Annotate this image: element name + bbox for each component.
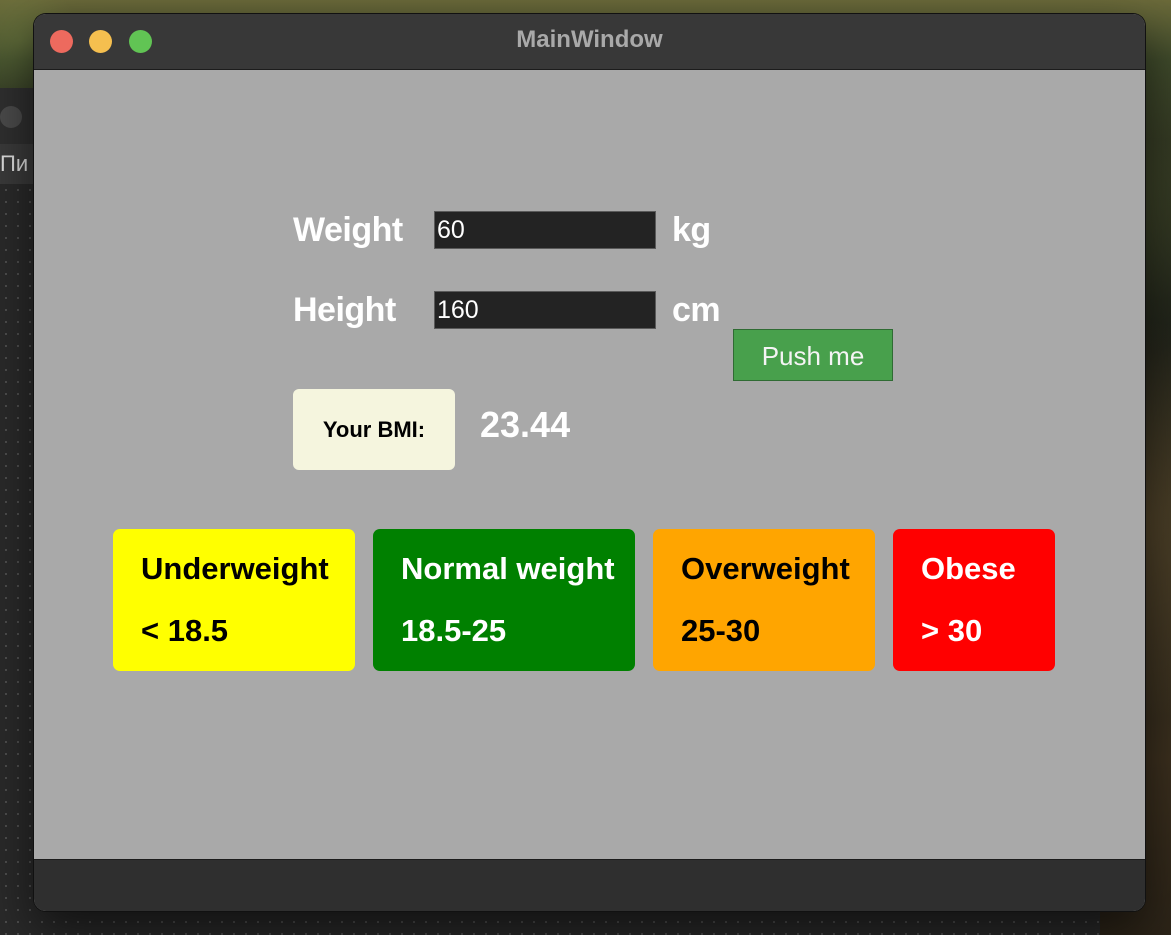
weight-unit-label: kg (672, 211, 711, 249)
category-range: < 18.5 (141, 613, 229, 648)
background-window-close-icon[interactable] (0, 106, 22, 128)
category-overweight: Overweight 25-30 (653, 529, 875, 671)
weight-label: Weight (293, 211, 403, 249)
bmi-value: 23.44 (480, 404, 571, 445)
main-window: MainWindow Weight 60 kg Height 160 cm Pu… (34, 14, 1145, 911)
category-name: Underweight (141, 551, 329, 586)
bmi-label: Your BMI: (293, 389, 455, 470)
height-input[interactable]: 160 (434, 291, 656, 329)
category-name: Overweight (681, 551, 850, 586)
weight-input[interactable]: 60 (434, 211, 656, 249)
height-unit-label: cm (672, 291, 721, 329)
category-range: > 30 (921, 613, 983, 648)
central-widget: Weight 60 kg Height 160 cm Push me Your … (34, 70, 1145, 859)
category-name: Obese (921, 551, 1016, 586)
window-title: MainWindow (516, 26, 663, 53)
category-range: 18.5-25 (401, 613, 507, 648)
category-normal-weight: Normal weight 18.5-25 (373, 529, 635, 671)
category-obese: Obese > 30 (893, 529, 1055, 671)
titlebar: MainWindow (34, 14, 1145, 70)
category-underweight: Underweight < 18.5 (113, 529, 355, 671)
height-label: Height (293, 291, 396, 329)
category-range: 25-30 (681, 613, 761, 648)
push-me-button[interactable]: Push me (733, 329, 893, 381)
status-bar (34, 859, 1145, 911)
category-name: Normal weight (401, 551, 615, 586)
